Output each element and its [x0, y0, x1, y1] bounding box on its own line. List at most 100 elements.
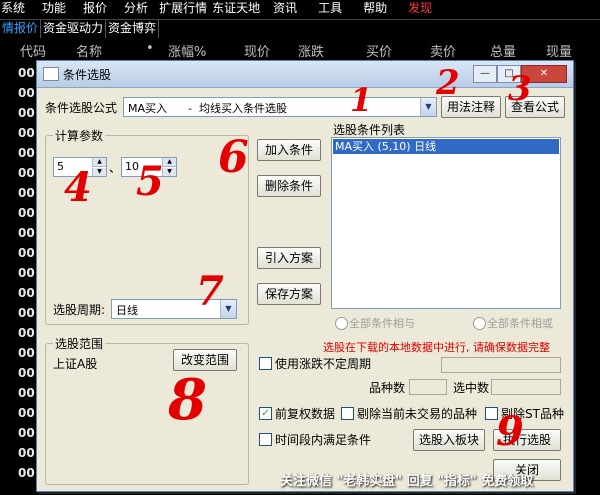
annotation-1: 1: [350, 81, 373, 119]
table-row[interactable]: 00: [18, 126, 35, 140]
save-scheme-button[interactable]: 保存方案: [257, 283, 321, 305]
condition-list-title: 选股条件列表: [333, 123, 406, 137]
formula-select[interactable]: MA买入 - 均线买入条件选股 ▼: [123, 97, 437, 117]
spin-down-icon[interactable]: ▼: [92, 168, 106, 176]
minimize-button[interactable]: —: [473, 65, 497, 83]
annotation-4: 4: [64, 164, 92, 211]
annotation-9: 9: [496, 408, 524, 455]
unfixed-period-checkbox[interactable]: [259, 357, 272, 370]
exclude-untraded-label: 剔除当前未交易的品种: [357, 407, 478, 421]
table-row[interactable]: 00: [18, 166, 35, 180]
menu-item-analysis[interactable]: 分析: [123, 0, 148, 18]
table-row[interactable]: 00: [18, 466, 35, 480]
table-row[interactable]: 00: [18, 246, 35, 260]
time-range-checkbox[interactable]: [259, 433, 272, 446]
selected-field: [491, 379, 561, 395]
table-row[interactable]: 00: [18, 106, 35, 120]
calc-params-title: 计算参数: [53, 127, 106, 144]
menu-item-discover[interactable]: 发现: [407, 0, 432, 18]
table-row[interactable]: 00: [18, 66, 35, 80]
menu-item-tools[interactable]: 工具: [317, 0, 342, 18]
menu-item-news[interactable]: 资讯: [272, 0, 297, 18]
dialog-title-bar[interactable]: 条件选股 — □ ✕: [37, 61, 573, 88]
table-row[interactable]: 00: [18, 366, 35, 380]
column-header-change[interactable]: 涨跌: [298, 41, 324, 60]
warning-text: 选股在下载的本地数据中进行, 请确保数据完整: [323, 341, 550, 354]
exclude-untraded-checkbox[interactable]: [341, 407, 354, 420]
table-row[interactable]: 00: [18, 306, 35, 320]
chevron-down-icon[interactable]: ▼: [420, 98, 436, 116]
table-row[interactable]: 00: [18, 86, 35, 100]
annotation-5: 5: [136, 158, 164, 205]
table-row[interactable]: 00: [18, 226, 35, 240]
tab-quote[interactable]: 情报价: [0, 20, 42, 38]
scope-value: 上证A股: [53, 357, 98, 371]
unfixed-period-field[interactable]: [441, 357, 561, 373]
formula-select-value: MA买入 - 均线买入条件选股: [128, 102, 287, 115]
table-row[interactable]: 00: [18, 386, 35, 400]
table-header: 代码 名称 • 涨幅% 现价 涨跌 买价 卖价 总量 现量: [0, 39, 600, 60]
column-header-volume[interactable]: 总量: [490, 41, 516, 60]
menu-item-extended-quote[interactable]: 扩展行情: [158, 0, 207, 18]
time-range-label: 时间段内满足条件: [275, 433, 372, 447]
spin-up-icon[interactable]: ▲: [92, 158, 106, 167]
table-row[interactable]: 00: [18, 406, 35, 420]
select-to-block-button[interactable]: 选股入板块: [413, 429, 485, 451]
table-row[interactable]: 00: [18, 146, 35, 160]
table-row[interactable]: 00: [18, 286, 35, 300]
tab-fund-game[interactable]: 资金博弈: [106, 20, 160, 38]
column-header-price[interactable]: 现价: [244, 41, 270, 60]
table-row[interactable]: 00: [18, 426, 35, 440]
menu-bar: 系统 功能 报价 分析 扩展行情 东证天地 资讯 工具 帮助 发现: [0, 0, 600, 18]
annotation-6: 6: [218, 132, 249, 183]
prev-rights-label: 前复权数据: [275, 407, 336, 421]
radio-and[interactable]: [335, 317, 348, 330]
param1-value: 5: [57, 160, 64, 173]
param-separator: 、: [109, 161, 122, 175]
period-label: 选股周期:: [53, 303, 106, 317]
radio-or[interactable]: [473, 317, 486, 330]
import-scheme-button[interactable]: 引入方案: [257, 247, 321, 269]
radio-or-label: 全部条件相或: [487, 317, 553, 330]
period-select-value: 日线: [116, 304, 138, 317]
menu-item-function[interactable]: 功能: [41, 0, 66, 18]
spin-up-icon[interactable]: ▲: [162, 158, 176, 167]
tab-fund-drive[interactable]: 资金驱动力: [41, 20, 107, 38]
column-header-dot: •: [146, 41, 154, 56]
menu-item-system[interactable]: 系统: [0, 0, 25, 18]
watermark-text: 关注微信 "老韩实盘" 回复 "指标" 免费领取: [280, 474, 534, 489]
dialog-title: 条件选股: [63, 68, 112, 82]
delete-condition-button[interactable]: 删除条件: [257, 175, 321, 197]
menu-item-help[interactable]: 帮助: [362, 0, 387, 18]
tab-bar: 情报价 资金驱动力 资金博弈: [0, 19, 600, 38]
add-condition-button[interactable]: 加入条件: [257, 139, 321, 161]
count-field: [409, 379, 447, 395]
column-header-bid[interactable]: 买价: [366, 41, 392, 60]
menu-item-dongzheng[interactable]: 东证天地: [211, 0, 260, 18]
table-row[interactable]: 00: [18, 266, 35, 280]
table-row[interactable]: 00: [18, 446, 35, 460]
selected-label: 选中数: [453, 381, 490, 395]
table-row[interactable]: 00: [18, 206, 35, 220]
table-row[interactable]: 00: [18, 346, 35, 360]
column-header-code[interactable]: 代码: [20, 41, 46, 60]
formula-label: 条件选股公式: [45, 101, 118, 115]
list-item[interactable]: MA买入 (5,10) 日线: [333, 139, 559, 154]
prev-rights-checkbox[interactable]: ✓: [259, 407, 272, 420]
window-icon: [43, 67, 59, 81]
table-row[interactable]: 00: [18, 326, 35, 340]
annotation-8: 8: [168, 367, 207, 433]
scope-title: 选股范围: [53, 335, 106, 352]
table-row[interactable]: 00: [18, 186, 35, 200]
annotation-7: 7: [196, 268, 224, 315]
column-header-name[interactable]: 名称: [76, 41, 102, 60]
unfixed-period-label: 使用涨跌不定周期: [275, 357, 372, 371]
radio-and-label: 全部条件相与: [349, 317, 415, 330]
column-header-change-pct[interactable]: 涨幅%: [168, 41, 206, 60]
column-header-current-volume[interactable]: 现量: [546, 41, 572, 60]
menu-item-quote[interactable]: 报价: [82, 0, 107, 18]
column-header-ask[interactable]: 卖价: [430, 41, 456, 60]
condition-list[interactable]: MA买入 (5,10) 日线: [331, 137, 561, 309]
spin-down-icon[interactable]: ▼: [162, 168, 176, 176]
annotation-2: 2: [436, 63, 460, 103]
